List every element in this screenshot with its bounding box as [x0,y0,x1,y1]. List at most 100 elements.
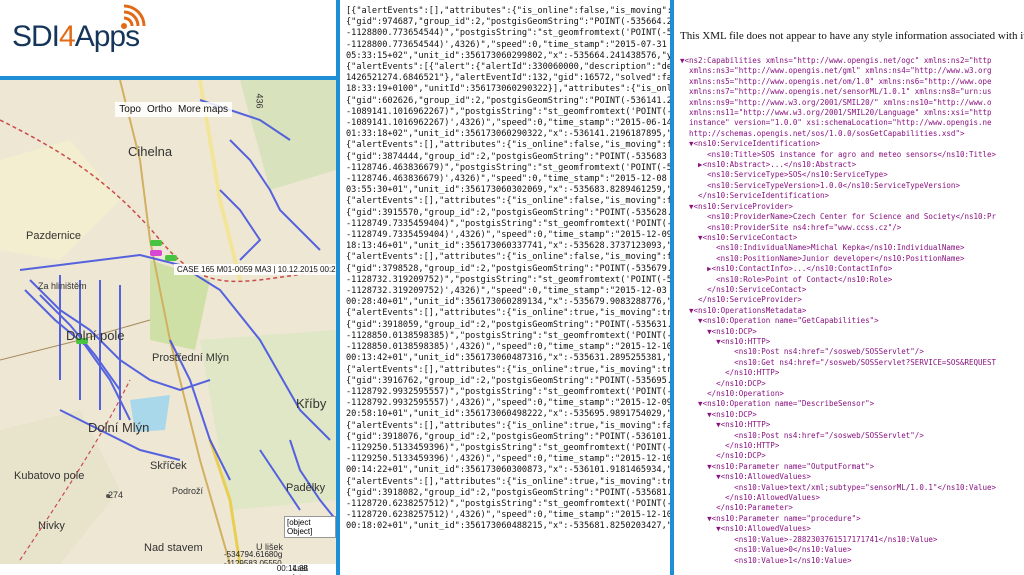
json-line: -1128720.6238257512)',4326)","speed":0,"… [346,510,670,521]
json-line: -1128800.773654544)","postgisString":"st… [346,28,670,39]
json-line: -1128792.9932595557)","postgisString":"s… [346,386,670,397]
xml-line: </ns10:AllowedValues> [680,493,820,503]
xml-collapsible-node[interactable]: ▼<ns10:AllowedValues> [680,472,996,482]
vehicle-marker [165,255,177,261]
xml-line: http://schemas.opengis.net/sos/1.0.0/sos… [680,128,965,138]
json-line: -1128732.319209752)","postgisString":"st… [346,274,670,285]
xml-line: <ns10:IndividualName>Michal Kepka</ns10:… [680,243,965,253]
xml-line: </ns10:HTTP> [680,441,780,451]
xml-collapsible-node[interactable]: ▼<ns10:HTTP> [680,420,996,430]
app-header: SDI4Apps [0,0,336,76]
json-line: 00:28:40+01","unit_id":356173060289134,"… [346,297,670,308]
xml-line: </ns10:ServiceProvider> [680,295,802,305]
object-popup[interactable]: [object Object] [284,516,336,538]
json-line: -1128732.319209752)',4326)","speed":0,"t… [346,286,667,297]
xml-line: <ns10:ProviderName>Czech Center for Scie… [680,212,997,222]
json-line: {"gid":974687,"group_id":2,"postgisGeomS… [346,17,670,28]
xml-collapsible-node[interactable]: ▼<ns10:ServiceProvider> [680,202,996,212]
xml-collapsible-node[interactable]: ▼<ns10:ServiceIdentification> [680,139,996,149]
map-layer-tabs: Topo Ortho More maps [115,102,232,117]
xml-collapsible-node[interactable]: ▼<ns10:Parameter name="OutputFormat"> [680,462,996,472]
json-line: {"gid":3918076,"group_id":2,"postgisGeom… [346,431,670,442]
xml-line: xmlns:ns9="http://www.w3.org/2001/SMIL20… [680,97,992,107]
xml-collapsible-node[interactable]: ▶<ns10:ContactInfo>...</ns10:ContactInfo… [680,264,996,274]
xml-line: </ns10:HTTP> [680,368,780,378]
json-line: {"alertEvents":[],"attributes":{"is_onli… [346,308,670,319]
json-line: -1128749.7335459404)',4326)","speed":0,"… [346,230,670,241]
xml-tree: ▼<ns2:Capabilities xmlns="http://www.ope… [680,56,996,566]
map-canvas[interactable]: Topo Ortho More maps Cihelna Pazdernice … [0,80,336,564]
xml-collapsible-node[interactable]: ▼<ns10:ServiceContact> [680,233,996,243]
xml-collapsible-node[interactable]: ▼<ns10:Operation name="DescribeSensor"> [680,399,996,409]
json-line: -1089141.1016962267)","postgisString":"s… [346,106,670,117]
json-line: -1128850.0138598385)","postgisString":"s… [346,330,670,341]
case-label[interactable]: CASE 165 M01-0059 MA3 | 10.12.2015 00:28 [174,264,336,275]
xml-collapsible-node[interactable]: ▼<ns10:HTTP> [680,337,996,347]
json-line: 05:33:15+02","unit_id":356173060299802,"… [346,50,670,61]
json-line: 00:14:22+01","unit_id":356173060300873,"… [346,465,670,476]
xml-line: <ns10:Value>text/xml;subtype="sensorML/1… [680,482,997,492]
place-label: Cihelna [128,144,173,159]
xml-style-notice: This XML file does not appear to have an… [680,30,1024,42]
xml-collapsible-node[interactable]: ▼<ns10:Operation name="GetCapabilities"> [680,316,996,326]
place-label: Kříby [296,396,327,411]
json-line: -1129250.5133459396)","postgisString":"s… [346,442,670,453]
place-label: Pazdernice [26,230,82,242]
xml-line: </ns10:Operation> [680,389,784,398]
place-label: Dolní pole [66,328,125,343]
json-line: [{"alertEvents":[],"attributes":{"is_onl… [346,6,670,16]
xml-line: xmlns:ns7="http://www.opengis.net/sensor… [680,87,992,97]
place-label: Padělky [286,482,326,494]
xml-collapsible-node[interactable]: ▼<ns10:DCP> [680,327,996,337]
json-line: 18:33:19+0100","unitId":356173060290322}… [346,84,670,95]
map-footer: Last update: 00:14:35 [0,564,336,575]
json-line: -1128746.463836679)","postgisString":"st… [346,162,670,173]
xml-line: <ns10:ProviderSite ns4:href="www.ccss.cz… [680,222,902,232]
xml-viewer-panel: This XML file does not appear to have an… [674,0,1024,575]
json-line: {"alertEvents":[],"attributes":{"is_onli… [346,140,670,151]
xml-line: xmlns:ns5="http://www.opengis.net/om/1.0… [680,76,992,86]
xml-line: <ns10:Title>SOS instance for agro and me… [680,149,997,159]
json-line: 00:18:02+01","unit_id":356173060488215,"… [346,521,670,532]
xml-line: <ns10:PositionName>Junior developer</ns1… [680,253,965,263]
spot-height: 436 [254,93,265,109]
json-line: 1426521274.6846521"},"alertEventId":132,… [346,73,670,84]
json-response-text: [{"alertEvents":[],"attributes":{"is_onl… [346,6,670,533]
json-line: 00:13:42+01","unit_id":356173060487316,"… [346,353,670,364]
xml-collapsible-node[interactable]: ▼<ns10:OperationsMetadata> [680,306,996,316]
place-label: Nivky [38,520,65,532]
place-label: Nad stavem [144,542,203,554]
wifi-signal-icon [121,4,146,29]
json-line: {"alertEvents":[],"attributes":{"is_onli… [346,476,670,487]
json-response-panel: [{"alertEvents":[],"attributes":{"is_onl… [340,0,670,575]
json-line: -1128850.0138598385)',4326)","speed":0,"… [346,342,670,353]
xml-line: </ns10:ServiceIdentification> [680,191,830,201]
xml-collapsible-node[interactable]: ▼<ns2:Capabilities xmlns="http://www.ope… [680,56,996,66]
xml-line: <ns10:ServiceType>SOS</ns10:ServiceType> [680,170,888,180]
tab-topo[interactable]: Topo [119,104,141,115]
tab-more-maps[interactable]: More maps [178,104,228,115]
vehicle-marker [150,250,162,256]
json-line: 20:58:10+01","unit_id":356173060498222,"… [346,409,670,420]
xml-line: <ns10:Get ns4:href="/sosweb/SOSServlet?S… [680,357,997,367]
logo-text-4: 4 [59,20,76,53]
xml-collapsible-node[interactable]: ▼<ns10:AllowedValues> [680,524,996,534]
coordinate-readout: -534794.61680g -1129583.05550 [224,550,283,564]
json-line: 18:13:46+01","unit_id":356173060337741,"… [346,241,670,252]
json-line: {"gid":3874444,"group_id":2,"postgisGeom… [346,151,667,162]
xml-line: xmlns:ns11="http://www.w3.org/2001/SMIL2… [680,108,992,118]
json-line: -1128800.773654544)',4326)","speed":0,"t… [346,39,667,50]
logo-text-sdi: SDI [12,20,60,53]
place-label: Kubatovo pole [14,470,85,482]
json-line: -1128720.6238257512)","postgisString":"s… [346,498,670,509]
spot-height: 274 [108,490,124,500]
xml-collapsible-node[interactable]: ▼<ns10:DCP> [680,410,996,420]
xml-collapsible-node[interactable]: ▼<ns10:Parameter name="procedure"> [680,514,996,524]
json-line: -1129250.5133459396)',4326)","speed":0,"… [346,454,670,465]
xml-collapsible-node[interactable]: ▶<ns10:Abstract>...</ns10:Abstract> [680,160,996,170]
tab-ortho[interactable]: Ortho [147,104,172,115]
json-line: -1128749.7335459404)","postgisString":"s… [346,218,670,229]
place-label: Dolní Mlýn [88,420,150,435]
vehicle-marker [150,240,162,246]
xml-line: </ns10:DCP> [680,378,766,388]
